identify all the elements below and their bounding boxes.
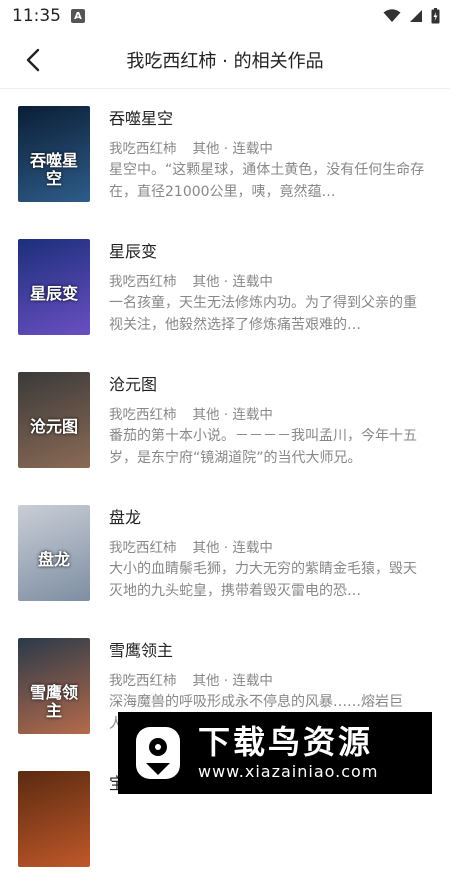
back-button[interactable] bbox=[18, 44, 48, 76]
status-bar: 11:35 A bbox=[0, 0, 450, 32]
status-time: 11:35 bbox=[12, 6, 61, 26]
book-author: 我吃西红柿 bbox=[109, 540, 177, 556]
book-category: 其他 · 连载中 bbox=[192, 141, 273, 157]
book-description: 番茄的第十本小说。－－－－我叫孟川，今年十五岁，是东宁府“镜湖道院”的当代大师兄… bbox=[109, 428, 417, 466]
book-description: 大小的血睛鬃毛狮，力大无穷的紫睛金毛猿，毁天灭地的九头蛇皇，携带着毁灭雷电的恐… bbox=[109, 561, 417, 599]
book-author: 我吃西红柿 bbox=[109, 141, 177, 157]
watermark-text: 下载鸟资源 www.xiazainiao.com bbox=[198, 723, 378, 783]
book-author: 我吃西红柿 bbox=[109, 407, 177, 423]
book-info: 星辰变 我吃西红柿 其他 · 连载中 一名孩童，天生无法修炼内功。为了得到父亲的重… bbox=[109, 239, 429, 336]
book-cover[interactable] bbox=[18, 771, 90, 867]
book-cover[interactable]: 吞噬星空 bbox=[18, 106, 90, 202]
cover-title: 吞噬星空 bbox=[29, 151, 78, 188]
watermark-url: www.xiazainiao.com bbox=[198, 762, 379, 781]
book-info: 盘龙 我吃西红柿 其他 · 连载中 大小的血睛鬃毛狮，力大无穷的紫睛金毛猿，毁天灭… bbox=[109, 505, 429, 602]
wifi-icon bbox=[383, 9, 401, 22]
book-description: 一名孩童，天生无法修炼内功。为了得到父亲的重视关注，他毅然选择了修炼痛苦艰难的… bbox=[109, 295, 417, 333]
page-title: 我吃西红柿 · 的相关作品 bbox=[126, 51, 324, 72]
book-category: 其他 · 连载中 bbox=[192, 673, 273, 689]
book-category: 其他 · 连载中 bbox=[192, 407, 273, 423]
book-meta: 我吃西红柿 其他 · 连载中 bbox=[109, 139, 429, 159]
watermark-banner: 下载鸟资源 www.xiazainiao.com bbox=[118, 712, 432, 794]
book-author: 我吃西红柿 bbox=[109, 673, 177, 689]
book-author: 我吃西红柿 bbox=[109, 274, 177, 290]
book-category: 其他 · 连载中 bbox=[192, 274, 273, 290]
watermark-title: 下载鸟资源 bbox=[198, 723, 374, 761]
battery-icon bbox=[431, 8, 440, 24]
book-meta: 我吃西红柿 其他 · 连载中 bbox=[109, 671, 429, 691]
book-item[interactable]: 吞噬星空 吞噬星空 我吃西红柿 其他 · 连载中 星空中。“这颗星球，通体土黄色，… bbox=[0, 88, 450, 221]
cover-title: 星辰变 bbox=[29, 284, 78, 303]
back-arrow-icon bbox=[26, 48, 40, 72]
book-meta: 我吃西红柿 其他 · 连载中 bbox=[109, 405, 429, 425]
book-info: 吞噬星空 我吃西红柿 其他 · 连载中 星空中。“这颗星球，通体土黄色，没有任何生… bbox=[109, 106, 429, 203]
book-title[interactable]: 雪鹰领主 bbox=[109, 639, 429, 663]
book-description: 星空中。“这颗星球，通体土黄色，没有任何生命存在，直径21000公里，咦，竟然蕴… bbox=[109, 162, 425, 200]
notification-badge: A bbox=[71, 9, 85, 23]
book-meta: 我吃西红柿 其他 · 连载中 bbox=[109, 538, 429, 558]
book-cover[interactable]: 盘龙 bbox=[18, 505, 90, 601]
bird-logo-icon bbox=[136, 727, 180, 779]
book-title[interactable]: 沧元图 bbox=[109, 373, 429, 397]
book-category: 其他 · 连载中 bbox=[192, 540, 273, 556]
book-cover[interactable]: 沧元图 bbox=[18, 372, 90, 468]
status-right bbox=[383, 8, 440, 24]
book-meta: 我吃西红柿 其他 · 连载中 bbox=[109, 272, 429, 292]
cover-title: 盘龙 bbox=[37, 550, 70, 569]
signal-icon bbox=[410, 10, 422, 22]
book-title[interactable]: 盘龙 bbox=[109, 506, 429, 530]
book-item[interactable]: 沧元图 沧元图 我吃西红柿 其他 · 连载中 番茄的第十本小说。－－－－我叫孟川，… bbox=[0, 354, 450, 487]
status-left: 11:35 A bbox=[12, 6, 85, 26]
app-header: 我吃西红柿 · 的相关作品 bbox=[0, 32, 450, 89]
cover-title: 沧元图 bbox=[29, 417, 78, 436]
book-cover[interactable]: 星辰变 bbox=[18, 239, 90, 335]
book-info: 沧元图 我吃西红柿 其他 · 连载中 番茄的第十本小说。－－－－我叫孟川，今年十五… bbox=[109, 372, 429, 469]
book-title[interactable]: 星辰变 bbox=[109, 240, 429, 264]
cover-title: 雪鹰领主 bbox=[29, 683, 78, 720]
book-cover[interactable]: 雪鹰领主 bbox=[18, 638, 90, 734]
book-item[interactable]: 星辰变 星辰变 我吃西红柿 其他 · 连载中 一名孩童，天生无法修炼内功。为了得到… bbox=[0, 221, 450, 354]
book-title[interactable]: 吞噬星空 bbox=[109, 107, 429, 131]
book-item[interactable]: 盘龙 盘龙 我吃西红柿 其他 · 连载中 大小的血睛鬃毛狮，力大无穷的紫睛金毛猿，… bbox=[0, 487, 450, 620]
